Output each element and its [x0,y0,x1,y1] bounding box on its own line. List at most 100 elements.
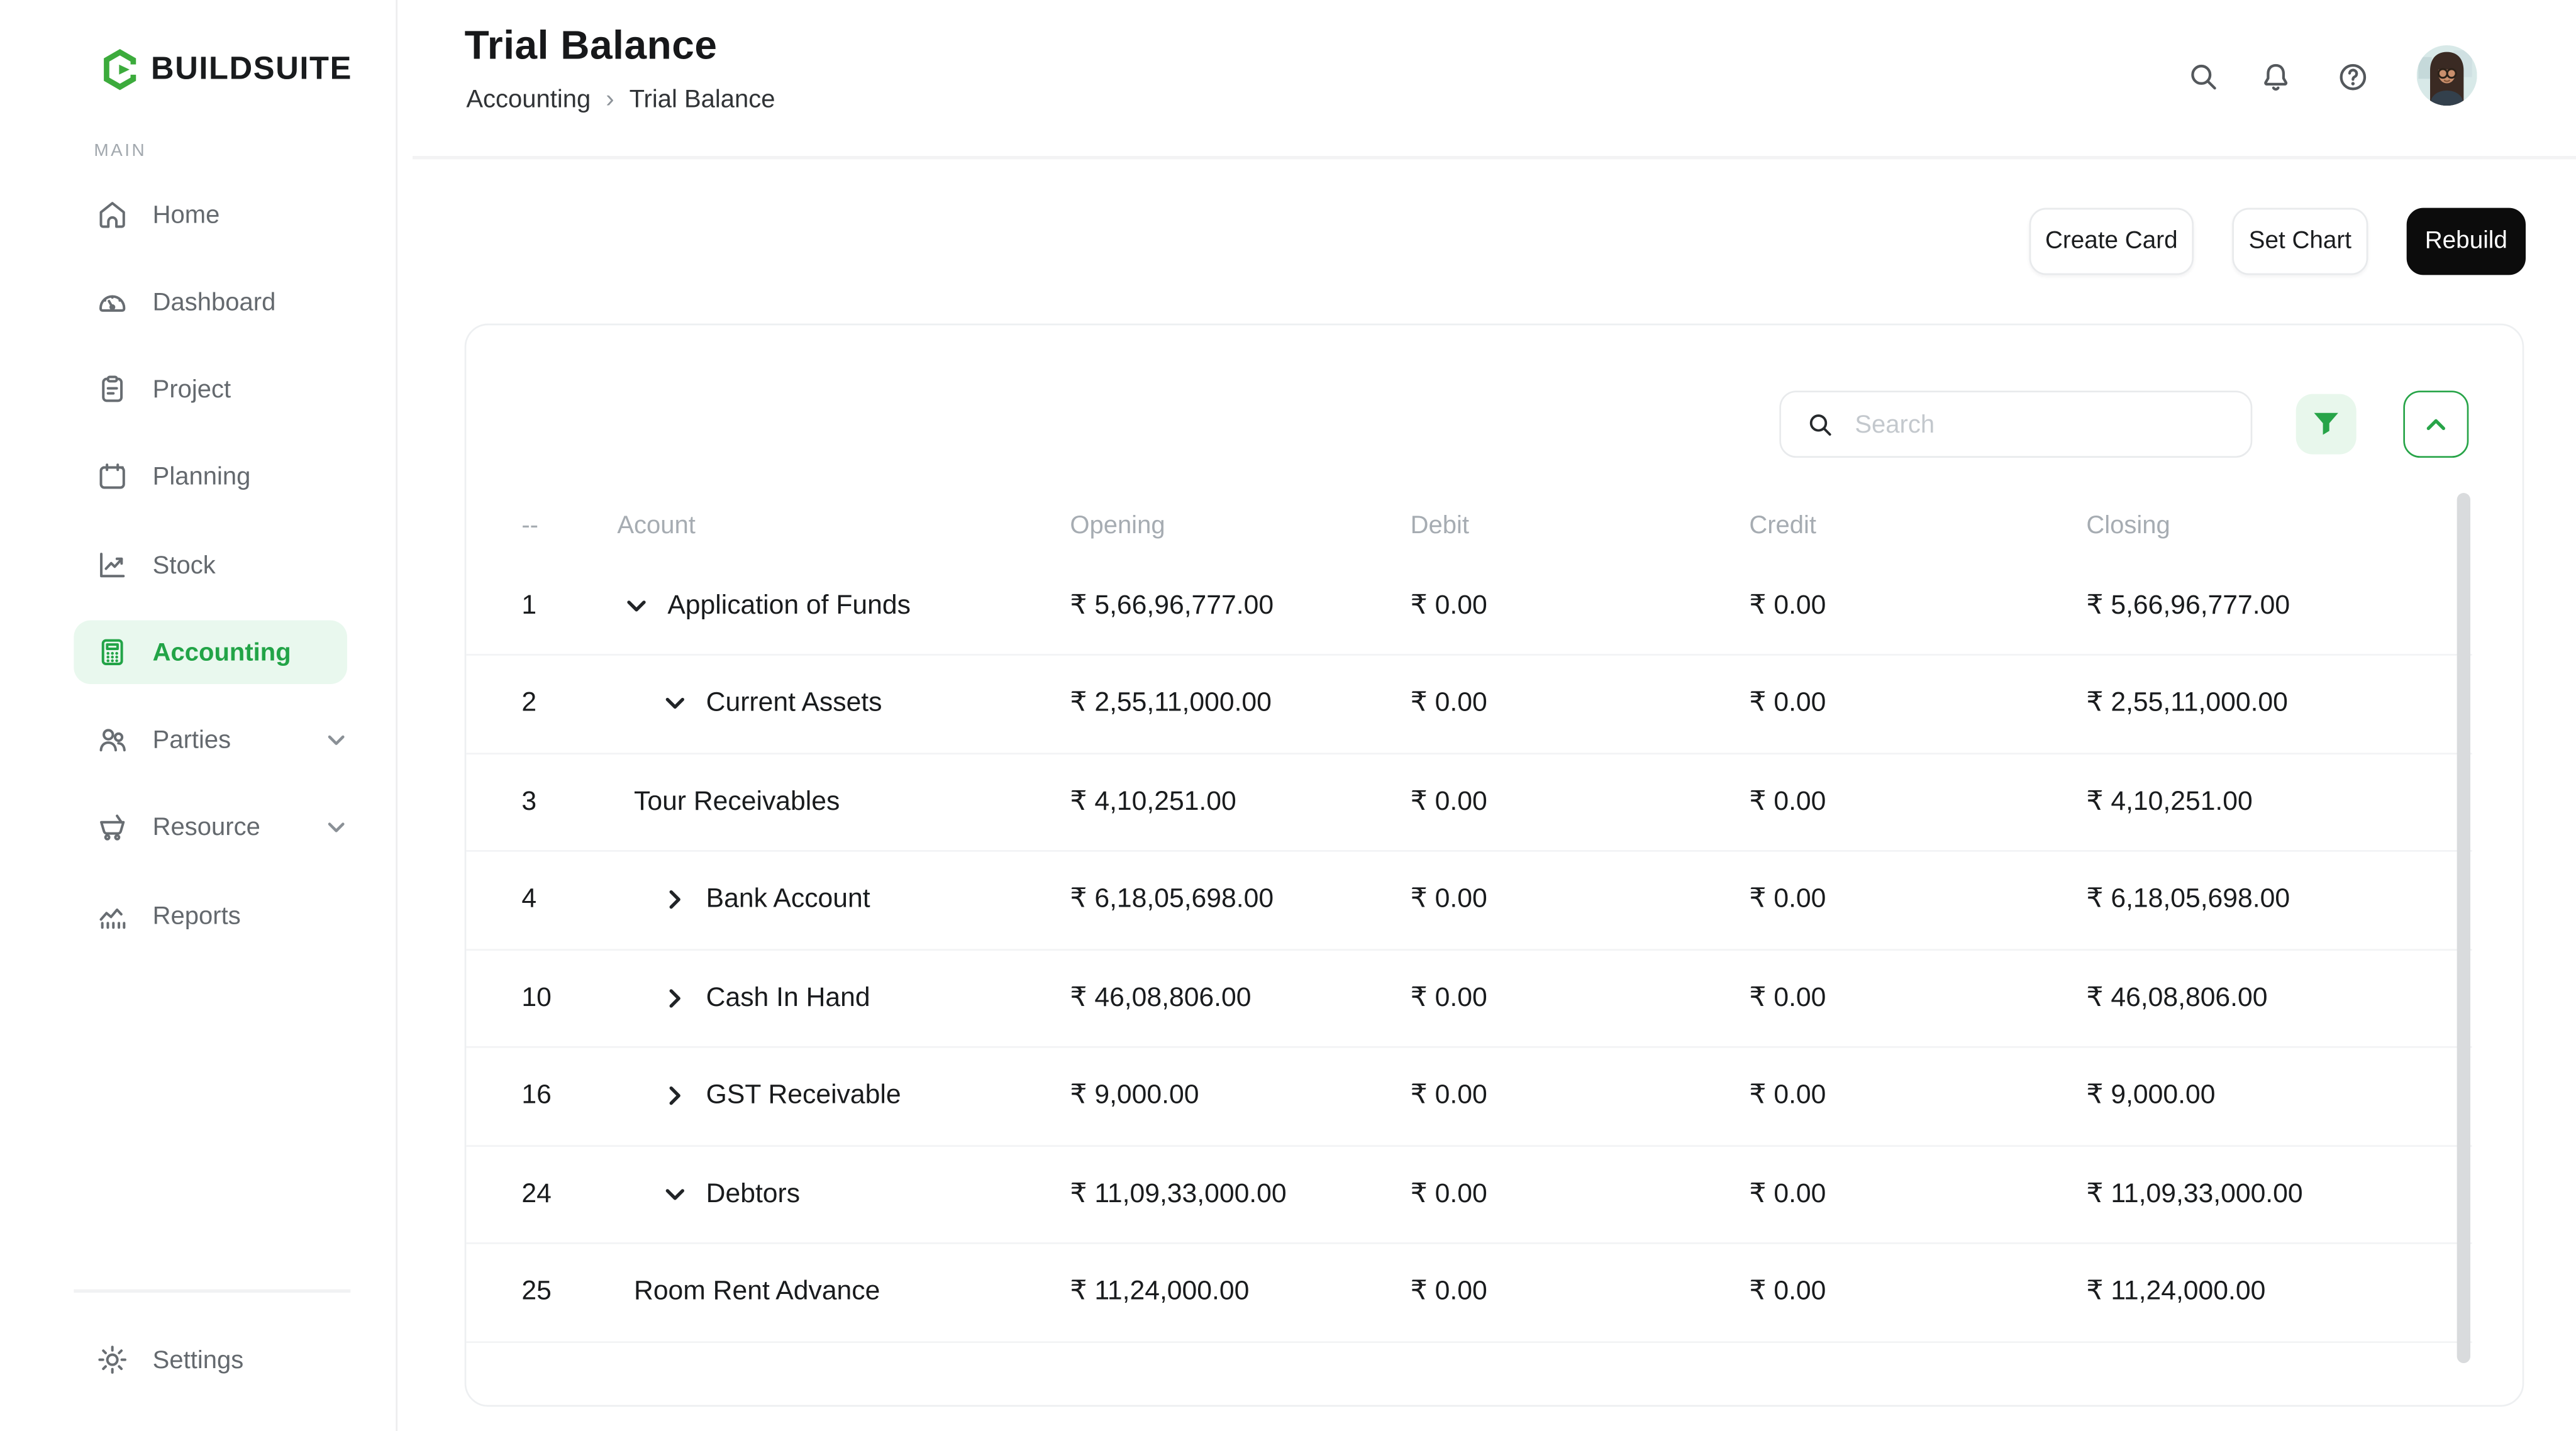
closing-amount: ₹ 46,08,806.00 [2086,950,2267,1046]
breadcrumb-separator-icon: › [606,86,614,114]
chevron-down-icon[interactable] [622,592,650,620]
row-index: 10 [521,950,551,1046]
table-row[interactable]: 24 Debtors ₹ 11,09,33,000.00 ₹ 0.00 ₹ 0.… [466,1146,2472,1244]
breadcrumb-current: Trial Balance [630,86,775,114]
clipboard-icon [96,372,129,406]
search-icon [1806,410,1835,438]
chevron-down-icon[interactable] [661,1180,689,1208]
set-chart-button[interactable]: Set Chart [2232,208,2368,275]
rebuild-button[interactable]: Rebuild [2407,208,2526,275]
table-scrollbar[interactable] [2457,493,2470,1363]
closing-amount: ₹ 4,10,251.00 [2086,754,2252,849]
table-row[interactable]: 2 Current Assets ₹ 2,55,11,000.00 ₹ 0.00… [466,656,2472,754]
account-name: Bank Account [706,852,870,948]
table-search [1779,390,2252,458]
sidebar-item-label: Resource [153,812,260,841]
header-divider [413,156,2576,159]
closing-amount: ₹ 5,66,96,777.00 [2086,558,2290,653]
app-logo[interactable]: BUILDSUITE [101,47,352,92]
sidebar-item-accounting[interactable]: Accounting [0,609,396,696]
app-logo-text: BUILDSUITE [151,51,352,88]
breadcrumb: Accounting › Trial Balance [466,86,775,114]
table-row[interactable]: 4 Bank Account ₹ 6,18,05,698.00 ₹ 0.00 ₹… [466,852,2472,950]
debit-amount: ₹ 0.00 [1411,656,1487,751]
table-row[interactable]: 16 GST Receivable ₹ 9,000.00 ₹ 0.00 ₹ 0.… [466,1048,2472,1146]
sidebar-item-label: Reports [153,901,241,929]
closing-amount: ₹ 11,24,000.00 [2086,1244,2265,1340]
home-icon [96,198,129,231]
sidebar-item-planning[interactable]: Planning [0,433,396,520]
account-name: Current Assets [706,656,882,751]
sidebar-item-home[interactable]: Home [0,171,396,258]
column-header-closing: Closing [2086,495,2170,557]
credit-amount: ₹ 0.00 [1749,1244,1826,1340]
closing-amount: ₹ 2,55,11,000.00 [2086,656,2288,751]
sidebar-item-resource[interactable]: Resource [0,783,396,870]
column-header-index: -- [521,495,538,557]
account-name: GST Receivable [706,1048,901,1144]
collapse-button[interactable] [2403,390,2468,458]
opening-amount: ₹ 4,10,251.00 [1070,754,1236,849]
credit-amount: ₹ 0.00 [1749,656,1826,751]
funnel-icon [2312,411,2340,438]
chevron-right-icon[interactable] [661,1082,689,1110]
debit-amount: ₹ 0.00 [1411,852,1487,948]
chevron-down-icon[interactable] [661,690,689,718]
table-row: 25 Room Rent Advance ₹ 11,24,000.00 ₹ 0.… [466,1244,2472,1342]
credit-amount: ₹ 0.00 [1749,950,1826,1046]
account-name: Cash In Hand [706,950,870,1046]
chevron-right-icon[interactable] [661,984,689,1012]
table-row: 3 Tour Receivables ₹ 4,10,251.00 ₹ 0.00 … [466,754,2472,852]
sidebar-item-parties[interactable]: Parties [0,696,396,783]
row-index: 2 [521,656,536,751]
opening-amount: ₹ 46,08,806.00 [1070,950,1251,1046]
sidebar-item-dashboard[interactable]: Dashboard [0,258,396,346]
debit-amount: ₹ 0.00 [1411,754,1487,849]
chevron-down-icon[interactable] [324,814,349,839]
account-name: Application of Funds [667,558,911,653]
opening-amount: ₹ 2,55,11,000.00 [1070,656,1272,751]
debit-amount: ₹ 0.00 [1411,950,1487,1046]
help-icon[interactable] [2336,60,2370,94]
search-input[interactable] [1852,408,2194,440]
account-name: Tour Receivables [634,754,840,849]
row-index: 1 [521,558,536,653]
buildsuite-hexagon-b-icon [101,47,139,92]
row-index: 24 [521,1146,551,1242]
create-card-button[interactable]: Create Card [2029,208,2194,275]
column-header-credit: Credit [1749,495,1816,557]
column-header-account: Acount [617,495,696,557]
search-icon[interactable] [2187,60,2220,94]
sidebar-item-project[interactable]: Project [0,345,396,433]
sidebar: BUILDSUITE MAIN Home Dashboard [0,0,397,1431]
table-row[interactable]: 10 Cash In Hand ₹ 46,08,806.00 ₹ 0.00 ₹ … [466,950,2472,1048]
breadcrumb-parent[interactable]: Accounting [466,86,591,114]
sidebar-item-label: Planning [153,462,251,490]
account-name: Debtors [706,1146,800,1242]
sidebar-item-settings[interactable]: Settings [0,1316,396,1403]
credit-amount: ₹ 0.00 [1749,754,1826,849]
page-title: Trial Balance [465,23,718,70]
sidebar-item-stock[interactable]: Stock [0,521,396,609]
row-index: 4 [521,852,536,948]
table-header: -- Acount Opening Debit Credit Closing [466,495,2472,557]
column-header-debit: Debit [1411,495,1469,557]
opening-amount: ₹ 9,000.00 [1070,1048,1199,1144]
sidebar-item-label: Project [153,375,231,403]
avatar[interactable] [2417,45,2477,106]
credit-amount: ₹ 0.00 [1749,1048,1826,1144]
chevron-right-icon[interactable] [661,886,689,914]
sidebar-item-label: Accounting [153,638,291,666]
sidebar-item-reports[interactable]: Reports [0,872,396,959]
calendar-icon [96,460,129,493]
table-row[interactable]: 1 Application of Funds ₹ 5,66,96,777.00 … [466,558,2472,656]
debit-amount: ₹ 0.00 [1411,1146,1487,1242]
opening-amount: ₹ 5,66,96,777.00 [1070,558,1274,653]
sidebar-item-label: Home [153,201,220,229]
row-index: 25 [521,1244,551,1340]
bar-chart-icon [96,898,129,932]
bell-icon[interactable] [2259,60,2292,94]
chevron-down-icon[interactable] [324,727,349,752]
debit-amount: ₹ 0.00 [1411,558,1487,653]
filter-button[interactable] [2296,394,2357,455]
